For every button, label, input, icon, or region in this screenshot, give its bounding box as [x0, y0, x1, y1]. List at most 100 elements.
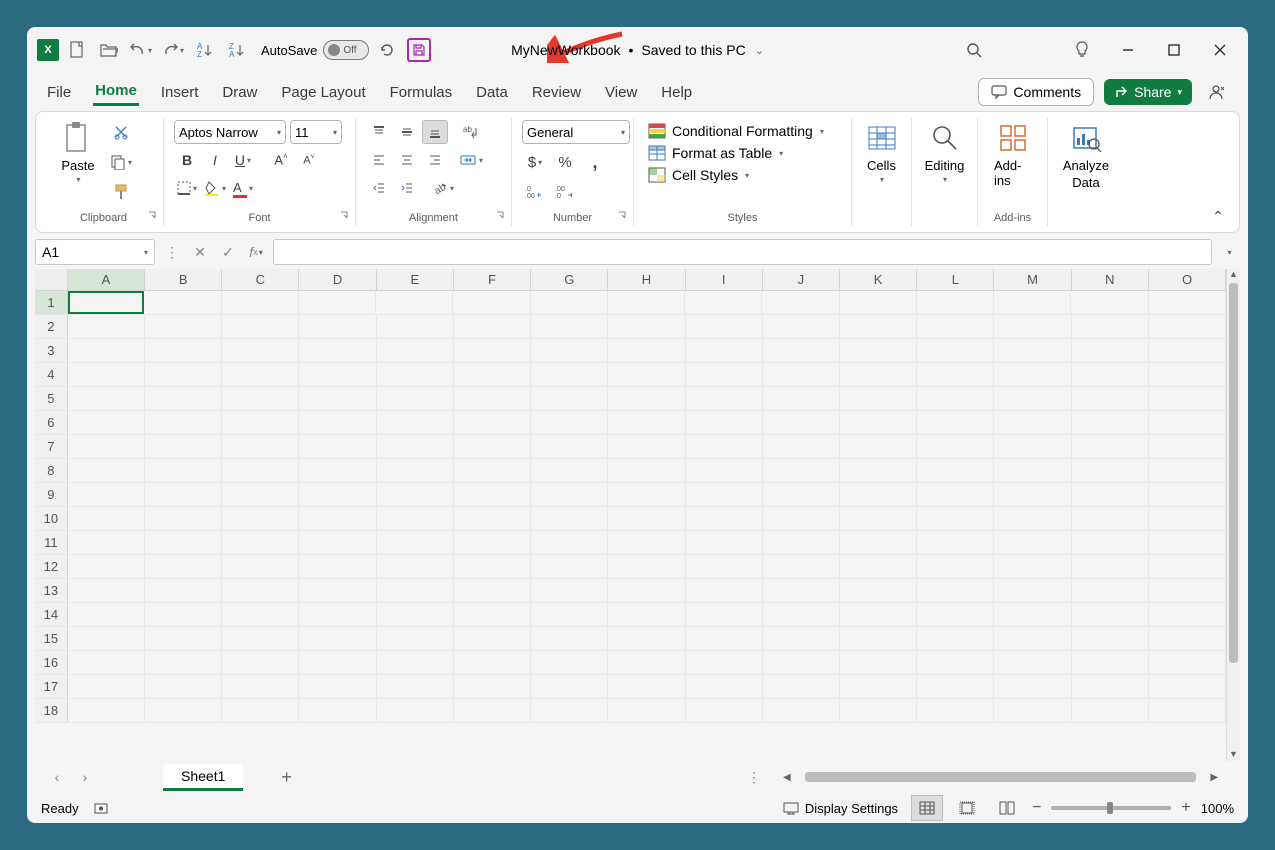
cell[interactable]	[686, 531, 763, 554]
row-header[interactable]: 1	[35, 291, 68, 314]
cell[interactable]	[686, 579, 763, 602]
cell[interactable]	[68, 435, 145, 458]
display-settings-button[interactable]: Display Settings	[779, 798, 902, 819]
vertical-scrollbar[interactable]: ▲ ▼	[1226, 269, 1240, 761]
cell[interactable]	[1072, 315, 1149, 338]
cell[interactable]	[1149, 603, 1226, 626]
cell[interactable]	[1149, 699, 1226, 722]
cell[interactable]	[68, 603, 145, 626]
editing-button[interactable]: Editing ▾	[922, 120, 967, 184]
maximize-button[interactable]	[1152, 36, 1196, 64]
analyze-data-button[interactable]: Analyze Data	[1058, 120, 1114, 190]
cell[interactable]	[222, 339, 299, 362]
cell[interactable]	[68, 507, 145, 530]
cell[interactable]	[608, 579, 685, 602]
cell[interactable]	[686, 363, 763, 386]
row-header[interactable]: 2	[35, 315, 68, 338]
cell[interactable]	[68, 555, 145, 578]
wrap-text-button[interactable]: ab	[458, 120, 484, 144]
cell[interactable]	[222, 555, 299, 578]
cell[interactable]	[454, 531, 531, 554]
cell[interactable]	[299, 627, 376, 650]
row-header[interactable]: 7	[35, 435, 68, 458]
cell[interactable]	[531, 603, 608, 626]
dialog-launcher-icon[interactable]	[339, 210, 351, 222]
zoom-knob[interactable]	[1107, 802, 1113, 814]
paste-button[interactable]: Paste ▾	[54, 120, 102, 184]
cell[interactable]	[1149, 411, 1226, 434]
document-title[interactable]: MyNewWorkbook • Saved to this PC ⌄	[511, 42, 764, 58]
macro-record-icon[interactable]	[89, 796, 115, 820]
collapse-ribbon-button[interactable]: ⌃	[1205, 204, 1231, 228]
cell[interactable]	[68, 531, 145, 554]
cell[interactable]	[531, 627, 608, 650]
cell[interactable]	[917, 507, 994, 530]
zoom-level[interactable]: 100%	[1201, 801, 1234, 816]
cell[interactable]	[531, 339, 608, 362]
cell[interactable]	[222, 603, 299, 626]
cell[interactable]	[144, 291, 221, 314]
column-header[interactable]: A	[68, 269, 145, 290]
cell[interactable]	[68, 363, 145, 386]
row-header[interactable]: 18	[35, 699, 68, 722]
save-button[interactable]	[405, 36, 433, 64]
cell[interactable]	[763, 579, 840, 602]
cell[interactable]	[377, 507, 454, 530]
cell[interactable]	[917, 435, 994, 458]
cell[interactable]	[299, 531, 376, 554]
column-header[interactable]: F	[454, 269, 531, 290]
autosave-toggle[interactable]: Off	[323, 40, 369, 60]
cell-styles-button[interactable]: Cell Styles ▾	[644, 164, 841, 186]
scroll-thumb[interactable]	[805, 772, 1197, 782]
cell[interactable]	[763, 387, 840, 410]
tab-home[interactable]: Home	[93, 78, 139, 106]
row-header[interactable]: 13	[35, 579, 68, 602]
column-header[interactable]: N	[1072, 269, 1149, 290]
cell[interactable]	[917, 411, 994, 434]
cell[interactable]	[994, 651, 1071, 674]
row-header[interactable]: 6	[35, 411, 68, 434]
cell[interactable]	[145, 363, 222, 386]
cell[interactable]	[145, 411, 222, 434]
tab-formulas[interactable]: Formulas	[388, 80, 455, 105]
row-header[interactable]: 17	[35, 675, 68, 698]
cell[interactable]	[454, 339, 531, 362]
cell[interactable]	[454, 603, 531, 626]
cell[interactable]	[840, 555, 917, 578]
align-top-button[interactable]	[366, 120, 392, 144]
column-header[interactable]: B	[145, 269, 222, 290]
cells-button[interactable]: Cells ▾	[862, 120, 901, 184]
decrease-decimal-button[interactable]: .00.0	[552, 180, 578, 204]
comma-button[interactable]: ,	[582, 150, 608, 174]
cell[interactable]	[299, 363, 376, 386]
column-header[interactable]: I	[686, 269, 763, 290]
cell[interactable]	[454, 555, 531, 578]
cell[interactable]	[1149, 387, 1226, 410]
cell[interactable]	[608, 531, 685, 554]
cell[interactable]	[145, 531, 222, 554]
cell[interactable]	[917, 459, 994, 482]
cell[interactable]	[994, 555, 1071, 578]
tab-help[interactable]: Help	[659, 80, 694, 105]
cell[interactable]	[531, 315, 608, 338]
autosave-control[interactable]: AutoSave Off	[261, 40, 369, 60]
column-header[interactable]: J	[763, 269, 840, 290]
cell[interactable]	[145, 339, 222, 362]
cell[interactable]	[686, 507, 763, 530]
cell[interactable]	[68, 339, 145, 362]
cell[interactable]	[222, 459, 299, 482]
cell[interactable]	[763, 675, 840, 698]
cell[interactable]	[763, 603, 840, 626]
cell[interactable]	[840, 363, 917, 386]
cell[interactable]	[840, 579, 917, 602]
cell[interactable]	[377, 603, 454, 626]
cell[interactable]	[917, 315, 994, 338]
cell[interactable]	[1072, 675, 1149, 698]
cell[interactable]	[222, 651, 299, 674]
row-header[interactable]: 8	[35, 459, 68, 482]
dialog-launcher-icon[interactable]	[495, 210, 507, 222]
sheet-more-icon[interactable]: ⋮	[743, 766, 765, 788]
cell[interactable]	[299, 459, 376, 482]
cell[interactable]	[1149, 675, 1226, 698]
cell[interactable]	[608, 483, 685, 506]
